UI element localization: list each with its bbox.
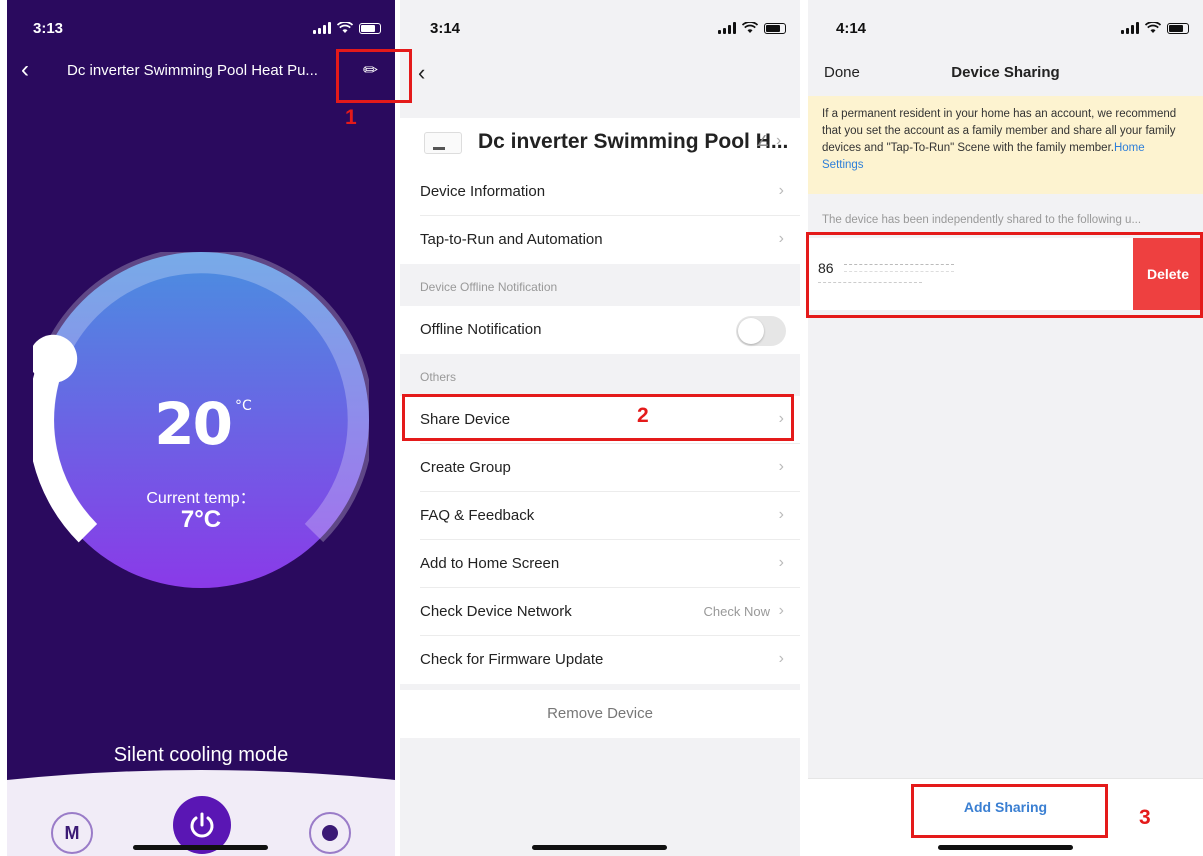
signal-icon <box>1121 22 1139 34</box>
system-icons <box>1121 22 1189 34</box>
home-indicator <box>532 845 667 850</box>
section-offline-header: Device Offline Notification <box>420 280 558 294</box>
mode-button[interactable]: M <box>51 812 93 854</box>
row-offline-notification[interactable]: Offline Notification <box>400 306 800 354</box>
row-check-network[interactable]: Check Device Network Check Now › <box>400 588 800 636</box>
device-sharing-screen: 4:14 Device Sharing Done If a permanent … <box>808 0 1203 856</box>
highlight-add-sharing <box>911 784 1108 838</box>
status-bar: 3:13 <box>33 20 381 42</box>
status-time: 4:14 <box>836 20 867 37</box>
status-time: 3:14 <box>430 20 461 37</box>
highlight-edit-button <box>336 49 412 103</box>
system-icons <box>718 22 786 34</box>
row-firmware-update[interactable]: Check for Firmware Update › <box>400 636 800 684</box>
chevron-right-icon: › <box>778 602 784 619</box>
step-number-1: 1 <box>345 106 357 129</box>
status-bar: 4:14 <box>836 20 1189 42</box>
row-tap-to-run[interactable]: Tap-to-Run and Automation › <box>400 216 800 264</box>
row-label: Tap-to-Run and Automation <box>420 231 603 248</box>
pencil-icon[interactable]: ∠ <box>756 132 769 150</box>
chevron-left-icon[interactable]: ‹ <box>21 58 29 82</box>
wifi-icon <box>742 22 758 33</box>
battery-icon <box>359 22 381 34</box>
section-others-header: Others <box>420 370 457 384</box>
remove-device-button[interactable]: Remove Device <box>400 690 800 738</box>
row-faq-feedback[interactable]: FAQ & Feedback › <box>400 492 800 540</box>
row-label: Add to Home Screen <box>420 555 560 572</box>
power-icon <box>190 812 214 838</box>
offline-notification-toggle[interactable] <box>736 316 786 346</box>
home-indicator <box>938 845 1073 850</box>
tutorial-stage: 3:13 ‹ Dc inverter Swimming Pool Heat Pu… <box>0 0 1203 856</box>
row-label: Check Device Network <box>420 603 572 620</box>
timer-icon <box>322 825 338 841</box>
row-label: Create Group <box>420 459 511 476</box>
heat-pump-control-screen: 3:13 ‹ Dc inverter Swimming Pool Heat Pu… <box>7 0 395 856</box>
timer-button[interactable] <box>309 812 351 854</box>
highlight-shared-user <box>806 232 1203 318</box>
row-label: Device Information <box>420 183 546 200</box>
set-temperature: 20 °C <box>154 390 252 458</box>
chevron-right-icon: › <box>778 230 784 247</box>
temp-unit: °C <box>234 398 252 414</box>
current-temp-label: Current temp： <box>146 490 256 507</box>
device-title: Dc inverter Swimming Pool Heat Pu... <box>67 62 318 79</box>
battery-icon <box>764 22 786 34</box>
status-bar: 3:14 <box>430 20 786 42</box>
chevron-right-icon: › <box>778 650 784 667</box>
row-label: Offline Notification <box>420 321 542 338</box>
row-create-group[interactable]: Create Group › <box>400 444 800 492</box>
chevron-right-icon: › <box>778 554 784 571</box>
row-label: Check for Firmware Update <box>420 651 604 668</box>
mode-label: Silent cooling mode <box>113 744 289 766</box>
nav-bar: Device Sharing Done <box>808 62 1203 86</box>
chevron-right-icon: › <box>778 182 784 199</box>
step-number-2: 2 <box>637 404 649 427</box>
step-number-3: 3 <box>1139 806 1151 829</box>
signal-icon <box>313 22 331 34</box>
device-thumbnail <box>424 132 462 154</box>
signal-icon <box>718 22 736 34</box>
system-icons <box>313 22 381 34</box>
current-temp-value: 7°C <box>180 506 222 533</box>
device-header[interactable]: Dc inverter Swimming Pool H... ∠ › <box>400 118 800 168</box>
device-name: Dc inverter Swimming Pool H... <box>478 130 789 153</box>
family-notice: If a permanent resident in your home has… <box>808 96 1203 194</box>
wifi-icon <box>337 22 353 33</box>
page-title: Device Sharing <box>951 64 1060 81</box>
battery-icon <box>1167 22 1189 34</box>
chevron-right-icon: › <box>776 132 782 149</box>
row-label: FAQ & Feedback <box>420 507 535 524</box>
shared-list-header: The device has been independently shared… <box>822 214 1142 226</box>
home-indicator <box>133 845 268 850</box>
chevron-left-icon[interactable]: ‹ <box>418 60 425 86</box>
status-time: 3:13 <box>33 20 64 37</box>
wifi-icon <box>1145 22 1161 33</box>
row-add-home-screen[interactable]: Add to Home Screen › <box>400 540 800 588</box>
done-button[interactable]: Done <box>824 64 860 81</box>
row-device-information[interactable]: Device Information › <box>400 168 800 216</box>
check-now-link[interactable]: Check Now <box>704 604 770 619</box>
highlight-share-device <box>402 394 794 441</box>
chevron-right-icon: › <box>778 506 784 523</box>
chevron-right-icon: › <box>778 458 784 475</box>
